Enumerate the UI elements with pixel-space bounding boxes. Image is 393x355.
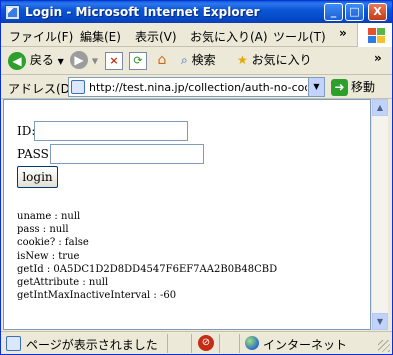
session-info: uname : null pass : null cookie? : false… [17,210,277,302]
menu-bar: ファイル(F) 編集(E) 表示(V) お気に入り(A) ツール(T) » [1,23,392,47]
go-arrow-icon: ➜ [331,79,348,96]
address-bar: アドレス(D) http://test.nina.jp/collection/a… [1,75,392,99]
page-done-icon [6,336,21,351]
status-divider [191,334,192,353]
ie-page-icon [71,80,85,94]
status-divider [219,334,220,353]
address-input[interactable]: http://test.nina.jp/collection/auth-no-c… [68,77,325,97]
status-text: ページが表示されました [26,338,158,352]
close-button[interactable]: X [368,3,387,21]
menu-favorites[interactable]: お気に入り(A) [190,28,268,45]
info-line: uname : null [17,211,81,222]
refresh-icon[interactable]: ⟳ [129,52,147,70]
id-field[interactable] [34,121,188,141]
forward-dropdown-icon[interactable]: ▼ [92,57,98,66]
search-label: 検索 [191,53,216,67]
resize-grip[interactable] [378,340,390,352]
forward-button[interactable]: ▶ ▼ [70,51,98,71]
back-dropdown-icon[interactable]: ▼ [58,57,64,66]
status-divider [167,334,168,353]
search-button[interactable]: ⌕ 検索 [181,51,216,71]
vertical-scrollbar[interactable]: ▲ ▼ [371,99,388,330]
page-content: ID: PASS: login uname : null pass : null… [3,99,371,330]
internet-globe-icon [245,336,259,350]
browser-window: Login - Microsoft Internet Explorer _ □ … [0,0,393,355]
login-button[interactable]: login [17,166,58,188]
info-line: cookie? : false [17,237,89,249]
info-line: pass : null [17,224,69,236]
id-row: ID: [17,121,188,141]
security-zone-label: インターネット [263,338,348,352]
pass-row: PASS: [17,144,204,164]
status-bar: ページが表示されました ⊘ インターネット [1,331,392,354]
ie-page-icon[interactable] [5,5,20,20]
stop-icon[interactable]: × [105,52,123,70]
pass-label: PASS: [17,147,53,161]
scroll-down-icon[interactable]: ▼ [372,313,388,330]
windows-logo-icon [357,23,392,47]
address-dropdown-icon[interactable]: ▼ [308,78,324,96]
toolbar-overflow-icon[interactable]: » [374,51,382,71]
standard-toolbar: ◀ 戻る ▼ ▶ ▼ × ⟳ ⌂ ⌕ 検索 ★ お気に入り » [1,47,392,75]
maximize-button[interactable]: □ [345,3,364,21]
info-line: getIntMaxInactiveInterval : -60 [17,290,177,302]
go-label: 移動 [351,80,376,94]
pass-field[interactable] [50,144,204,164]
home-icon[interactable]: ⌂ [153,52,171,70]
menu-edit[interactable]: 編集(E) [80,28,121,45]
info-line: getId : 0A5DC1D2D8DD4547F6EF7AA2B0B48CBD [17,263,278,275]
menu-file[interactable]: ファイル(F) [9,28,73,45]
forward-arrow-icon: ▶ [70,51,88,69]
menu-view[interactable]: 表示(V) [135,28,177,45]
menu-overflow-icon[interactable]: » [339,26,347,40]
back-label: 戻る [29,53,54,67]
info-line: isNew : true [17,250,80,262]
favorites-label: お気に入り [251,53,312,67]
status-divider [239,334,240,353]
title-bar[interactable]: Login - Microsoft Internet Explorer _ □ … [1,1,392,23]
address-url[interactable]: http://test.nina.jp/collection/auth-no-c… [89,81,307,94]
back-arrow-icon: ◀ [8,51,26,70]
minimize-button[interactable]: _ [324,3,343,21]
favorites-button[interactable]: ★ お気に入り [237,51,312,71]
address-label: アドレス(D) [8,82,75,96]
info-line: getAttribute : null [17,277,109,289]
back-button[interactable]: ◀ 戻る ▼ [8,51,64,71]
favorites-star-icon: ★ [237,53,248,67]
menu-tools[interactable]: ツール(T) [273,28,326,45]
go-button[interactable]: ➜ 移動 [331,78,375,96]
scroll-up-icon[interactable]: ▲ [372,99,388,116]
popup-blocked-icon[interactable]: ⊘ [198,335,214,351]
id-label: ID: [17,124,36,138]
search-icon: ⌕ [181,53,188,67]
window-title: Login - Microsoft Internet Explorer [25,5,260,19]
